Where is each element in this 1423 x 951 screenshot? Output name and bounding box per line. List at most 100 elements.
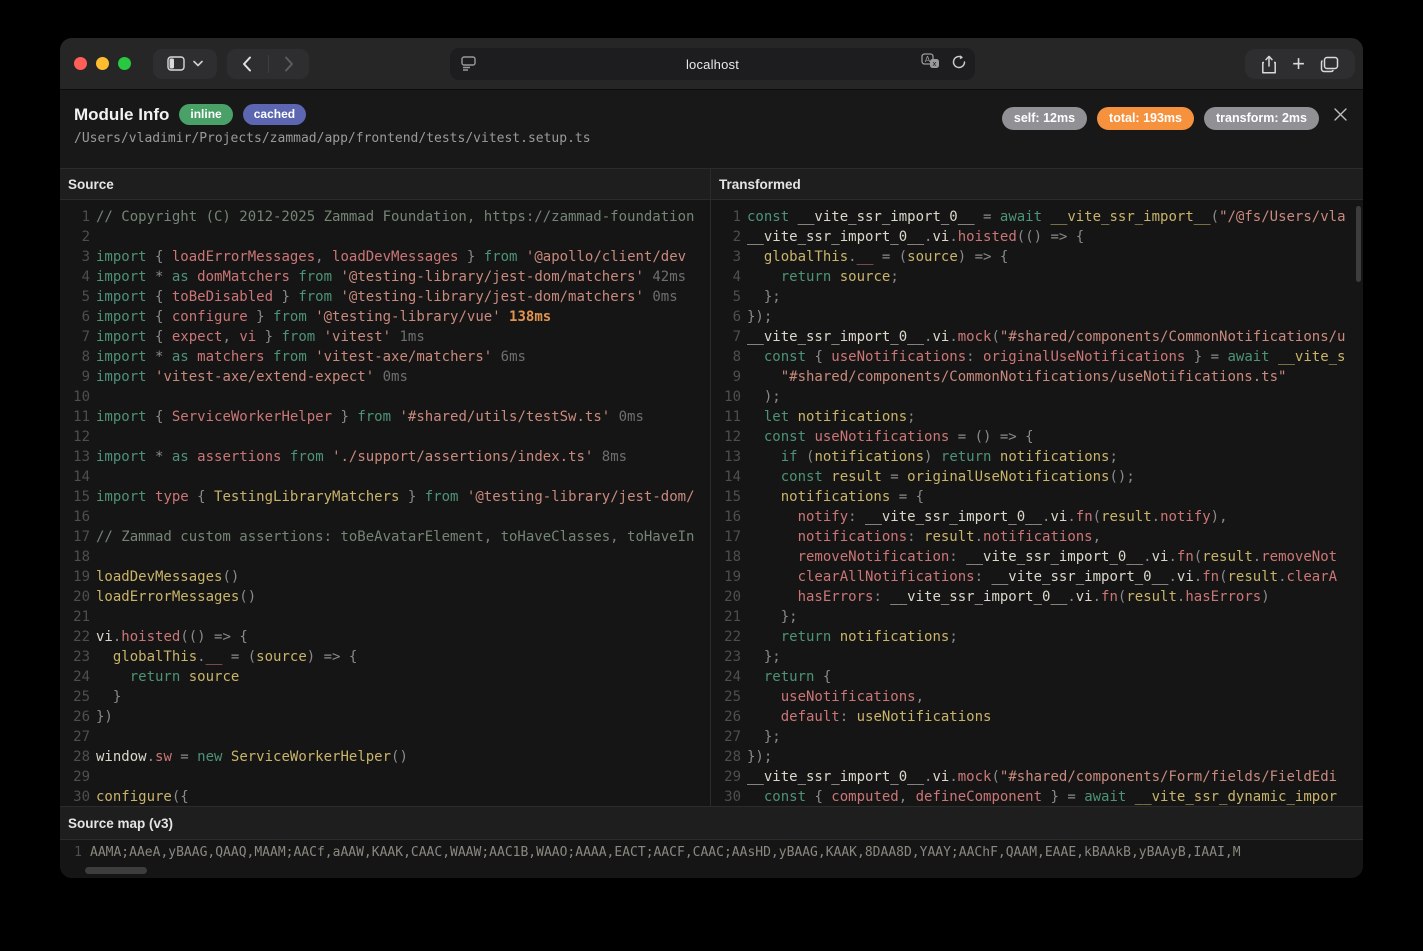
code-line: 2 [60,227,710,247]
toolbar-right-buttons: + [1245,49,1355,79]
code-line: 23 globalThis.__ = (source) => { [60,647,710,667]
code-line: 13 if (notifications) return notificatio… [711,447,1363,467]
code-line: 6}); [711,307,1363,327]
url-text: localhost [450,57,975,72]
code-line: 11import { ServiceWorkerHelper } from '#… [60,407,710,427]
traffic-lights [74,57,131,70]
horizontal-scrollbar[interactable] [85,867,147,874]
tab-overview-button[interactable] [1320,56,1339,73]
code-line: 9import 'vitest-axe/extend-expect' 0ms [60,367,710,387]
code-line: 26}) [60,707,710,727]
svg-text:x: x [932,60,936,68]
code-line: 9 "#shared/components/CommonNotification… [711,367,1363,387]
code-line: 28window.sw = new ServiceWorkerHelper() [60,747,710,767]
code-line: 12 [60,427,710,447]
code-line: 25 useNotifications, [711,687,1363,707]
code-line: 27 }; [711,727,1363,747]
code-line: 3import { loadErrorMessages, loadDevMess… [60,247,710,267]
code-line: 29 [60,767,710,787]
code-line: 13import * as assertions from './support… [60,447,710,467]
code-line: 8import * as matchers from 'vitest-axe/m… [60,347,710,367]
code-line: 10 [60,387,710,407]
module-path: /Users/vladimir/Projects/zammad/app/fron… [74,131,1349,146]
code-line: 16 [60,507,710,527]
code-line: 11 let notifications; [711,407,1363,427]
transformed-code-view: 1const __vite_ssr_import_0__ = await __v… [711,200,1363,806]
code-line: 30 const { computed, defineComponent } =… [711,787,1363,806]
code-line: 1// Copyright (C) 2012-2025 Zammad Found… [60,207,710,227]
close-window-button[interactable] [74,57,87,70]
code-line: 26 default: useNotifications [711,707,1363,727]
address-bar[interactable]: localhost Ax [450,48,975,80]
translate-icon[interactable]: Ax [921,53,941,70]
code-line: 27 [60,727,710,747]
code-line: 14 const result = originalUseNotificatio… [711,467,1363,487]
code-line: 5 }; [711,287,1363,307]
code-line: 19loadDevMessages() [60,567,710,587]
code-line: 18 [60,547,710,567]
code-line: 30configure({ [60,787,710,806]
zoom-window-button[interactable] [118,57,131,70]
code-line: 4import * as domMatchers from '@testing-… [60,267,710,287]
sourcemap-line-number: 1 [60,845,82,860]
sourcemap-mappings: AAMA;AAeA,yBAAG,QAAQ,MAAM;AACf,aAAW,KAAK… [82,845,1241,860]
module-info-header: Module Info inline cached /Users/vladimi… [60,90,1363,168]
code-line: 22vi.hoisted(() => { [60,627,710,647]
back-icon [242,56,252,72]
self-time-badge: self: 12ms [1002,107,1087,130]
code-line: 28}); [711,747,1363,767]
source-panel-header: Source [60,168,710,200]
inline-badge: inline [179,104,232,125]
sourcemap-line: 1 AAMA;AAeA,yBAAG,QAAQ,MAAM;AACf,aAAW,KA… [60,840,1363,860]
code-line: 17 notifications: result.notifications, [711,527,1363,547]
svg-text:A: A [925,55,931,64]
close-icon [1333,107,1348,122]
code-line: 4 return source; [711,267,1363,287]
code-line: 15 notifications = { [711,487,1363,507]
code-line: 2__vite_ssr_import_0__.vi.hoisted(() => … [711,227,1363,247]
source-code-view: 1// Copyright (C) 2012-2025 Zammad Found… [60,200,710,806]
code-line: 3 globalThis.__ = (source) => { [711,247,1363,267]
code-line: 20 hasErrors: __vite_ssr_import_0__.vi.f… [711,587,1363,607]
code-line: 6import { configure } from '@testing-lib… [60,307,710,327]
back-button[interactable] [227,49,268,79]
reload-icon[interactable] [951,54,967,70]
code-line: 14 [60,467,710,487]
browser-window: localhost Ax + Module Info inline [60,38,1363,878]
transformed-panel-header: Transformed [711,168,1363,200]
code-line: 24 return source [60,667,710,687]
code-line: 8 const { useNotifications: originalUseN… [711,347,1363,367]
chevron-down-icon [193,60,203,67]
close-panel-button[interactable] [1329,103,1351,125]
sidebar-toggle-button[interactable] [153,49,217,79]
share-button[interactable] [1261,55,1277,74]
sidebar-icon [167,56,185,71]
code-panels: Source Transformed 1// Copyright (C) 201… [60,168,1363,806]
browser-toolbar: localhost Ax + [60,38,1363,90]
cached-badge: cached [243,104,306,125]
code-line: 23 }; [711,647,1363,667]
code-line: 15import type { TestingLibraryMatchers }… [60,487,710,507]
code-line: 20loadErrorMessages() [60,587,710,607]
vertical-scrollbar[interactable] [1356,206,1361,282]
code-line: 12 const useNotifications = () => { [711,427,1363,447]
forward-button[interactable] [268,49,309,79]
code-line: 17// Zammad custom assertions: toBeAvata… [60,527,710,547]
nav-buttons [227,49,309,79]
new-tab-button[interactable]: + [1292,55,1305,73]
sourcemap-view: 1 AAMA;AAeA,yBAAG,QAAQ,MAAM;AACf,aAAW,KA… [60,840,1363,878]
code-line: 7__vite_ssr_import_0__.vi.mock("#shared/… [711,327,1363,347]
code-line: 21 [60,607,710,627]
code-line: 5import { toBeDisabled } from '@testing-… [60,287,710,307]
code-line: 22 return notifications; [711,627,1363,647]
code-line: 25 } [60,687,710,707]
minimize-window-button[interactable] [96,57,109,70]
page-title: Module Info [74,105,169,125]
code-line: 19 clearAllNotifications: __vite_ssr_imp… [711,567,1363,587]
total-time-badge: total: 193ms [1097,107,1194,130]
code-line: 24 return { [711,667,1363,687]
code-line: 1const __vite_ssr_import_0__ = await __v… [711,207,1363,227]
code-line: 29__vite_ssr_import_0__.vi.mock("#shared… [711,767,1363,787]
sourcemap-header: Source map (v3) [60,806,1363,840]
forward-icon [284,56,294,72]
